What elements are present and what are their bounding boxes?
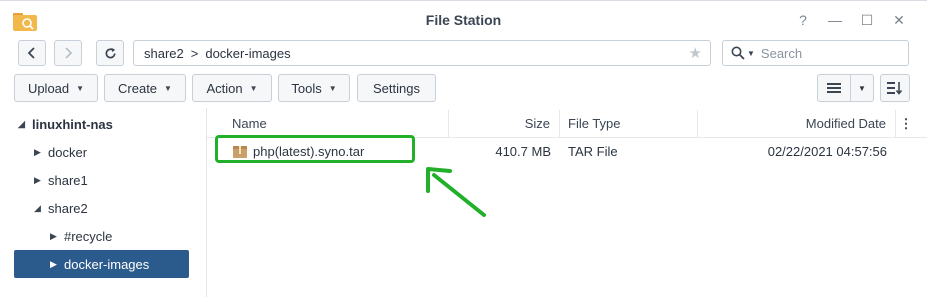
create-button[interactable]: Create ▼ [104,74,186,102]
breadcrumb-separator: > [190,45,199,61]
column-header-file-type[interactable]: File Type [560,110,698,137]
tree-item-label: docker-images [64,256,150,272]
collapsed-arrow-icon[interactable]: ▶ [34,147,48,158]
caret-down-icon: ▼ [328,83,337,93]
action-button[interactable]: Action ▼ [192,74,272,102]
window-title: File Station [425,12,502,28]
sort-icon [887,82,903,95]
help-icon[interactable]: ? [793,11,813,29]
view-mode-dropdown[interactable]: ▼ [850,74,874,102]
search-box[interactable]: ▼ [722,40,909,66]
column-header-name[interactable]: Name [207,110,449,137]
breadcrumb-share2[interactable]: share2 [144,46,184,61]
action-label: Action [206,80,243,96]
column-header-size[interactable]: Size [449,110,560,137]
expanded-arrow-icon[interactable]: ◢ [34,203,48,214]
column-header-modified-date[interactable]: Modified Date [698,110,896,137]
tree-root-linuxhint-nas[interactable]: ◢ linuxhint-nas [18,112,113,136]
upload-label: Upload [27,80,70,96]
tree-item-docker-images[interactable]: ▶ docker-images [14,250,189,278]
list-view-icon [827,83,841,93]
close-icon[interactable]: ✕ [889,11,909,29]
tree-item-label: share1 [48,172,88,188]
search-icon [731,46,745,60]
collapsed-arrow-icon[interactable]: ▶ [34,175,48,186]
tree-item-share2[interactable]: ◢ share2 [34,196,88,220]
view-mode-button[interactable] [817,74,851,102]
star-icon[interactable]: ★ [689,44,702,62]
upload-button[interactable]: Upload ▼ [14,74,98,102]
tree-item-label: share2 [48,200,88,216]
search-options-icon[interactable]: ▼ [747,49,755,58]
file-modified-date: 02/22/2021 04:57:56 [767,143,887,159]
sort-button[interactable] [880,74,910,102]
breadcrumb-docker-images[interactable]: docker-images [205,46,290,61]
collapsed-arrow-icon[interactable]: ▶ [50,231,64,242]
minimize-icon[interactable]: — [825,11,845,29]
annotation-arrow-icon [426,167,486,217]
path-bar[interactable]: share2 > docker-images ★ [133,40,711,66]
forward-button[interactable] [54,40,82,66]
file-station-window: File Station ? — ☐ ✕ share2 > docker-ima… [0,0,927,297]
file-type: TAR File [568,143,618,159]
caret-down-icon: ▼ [76,83,85,93]
tree-item-label: #recycle [64,228,113,244]
folder-tree-sidebar: ◢ linuxhint-nas ▶ docker ▶ share1 ◢ shar… [0,108,207,297]
caret-down-icon: ▼ [249,83,258,93]
file-list-header: Name Size File Type Modified Date ⋮ [207,108,927,138]
chevron-right-icon [65,47,73,59]
column-menu-icon[interactable]: ⋮ [896,110,916,137]
title-bar: File Station ? — ☐ ✕ [0,2,927,38]
refresh-button[interactable] [96,40,124,66]
highlight-box [215,135,415,163]
caret-down-icon: ▼ [858,83,866,93]
tools-button[interactable]: Tools ▼ [278,74,350,102]
tree-item-label: docker [48,144,88,160]
tree-item-docker[interactable]: ▶ docker [34,140,87,164]
caret-down-icon: ▼ [164,83,172,93]
tree-item-share1[interactable]: ▶ share1 [34,168,88,192]
tree-item-recycle[interactable]: ▶ #recycle [50,224,112,248]
chevron-left-icon [27,47,35,59]
navigation-toolbar: share2 > docker-images ★ ▼ [0,37,927,69]
maximize-icon[interactable]: ☐ [857,11,877,29]
create-label: Create [118,80,158,96]
settings-button[interactable]: Settings [357,74,436,102]
expanded-arrow-icon[interactable]: ◢ [18,119,32,130]
refresh-icon [105,47,116,58]
settings-label: Settings [373,80,420,96]
search-input[interactable] [758,44,893,62]
back-button[interactable] [18,40,46,66]
tree-root-label: linuxhint-nas [32,116,113,132]
collapsed-arrow-icon[interactable]: ▶ [50,259,64,270]
tools-label: Tools [291,80,322,96]
action-toolbar: Upload ▼ Create ▼ Action ▼ Tools ▼ Settings … [0,74,927,104]
